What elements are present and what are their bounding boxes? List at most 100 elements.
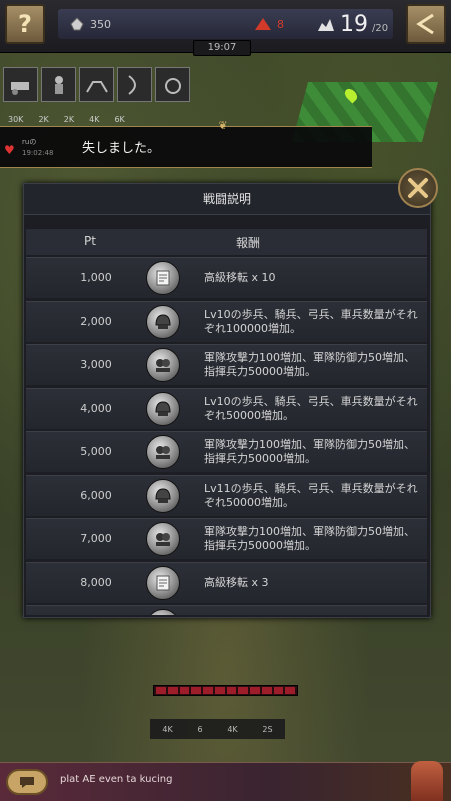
reward-pt: 1,000 xyxy=(80,271,112,284)
health-segment xyxy=(214,687,225,694)
notification-banner[interactable]: ♥ ruの 19:02:48 失しました。 xyxy=(0,126,372,168)
dialog-title: 戦闘説明 xyxy=(24,184,430,215)
help-button[interactable]: ? xyxy=(5,4,45,44)
notification-heart-icon: ♥ xyxy=(4,143,15,157)
health-segment xyxy=(156,687,166,694)
army-boost-icon[interactable] xyxy=(146,522,180,556)
reward-description: 軍隊攻撃力100増加、軍隊防御力50増加、指揮兵力50000増加。 xyxy=(204,525,415,552)
ornament-icon: ❦ xyxy=(218,119,228,132)
slot-count: 2K xyxy=(38,115,49,124)
unit-count: 4K xyxy=(227,724,238,734)
cavalry-icon xyxy=(85,80,108,93)
health-segment xyxy=(238,687,248,694)
notification-message: 失しました。 xyxy=(82,141,161,156)
chat-bar[interactable]: plat AE even ta kucing xyxy=(0,761,451,801)
archer-icon xyxy=(127,74,136,95)
army-boost-icon[interactable] xyxy=(146,435,180,469)
column-header-pt: Pt xyxy=(84,234,96,248)
back-arrow-icon xyxy=(416,13,434,35)
infantry-icon xyxy=(54,75,63,94)
troop-slot[interactable] xyxy=(79,67,114,102)
resource-bar: 350 8 19 /20 xyxy=(58,9,393,39)
troop-slot[interactable] xyxy=(117,67,152,102)
troop-slot-counts: 30K 2K 2K 4K 6K xyxy=(8,115,125,124)
notification-sender: ruの xyxy=(22,138,37,146)
alert-flag-icon xyxy=(255,18,271,30)
column-header-reward: 報酬 xyxy=(236,236,261,250)
reward-pt: 4,000 xyxy=(80,401,112,415)
reward-description: 軍隊攻撃力100増加、軍隊防御力50増加、指揮兵力50000増加。 xyxy=(204,438,415,465)
character-portrait[interactable] xyxy=(411,761,443,801)
health-segment xyxy=(179,687,190,694)
health-segment xyxy=(191,687,201,694)
chat-button[interactable] xyxy=(6,769,48,795)
soldier-helmet-icon[interactable] xyxy=(146,304,180,339)
reward-description: Lv10の歩兵、騎兵、弓兵、車兵数量がそれぞれ100000増加。 xyxy=(204,307,418,335)
resource-count: 350 xyxy=(90,17,111,31)
reward-row: 2,000 Lv10の歩兵、騎兵、弓兵、車兵数量がそれぞれ100000増加。 xyxy=(26,300,427,342)
troop-slot[interactable] xyxy=(3,67,38,102)
reward-row: 4,000 Lv10の歩兵、騎兵、弓兵、車兵数量がそれぞれ50000増加。 xyxy=(26,387,427,429)
slot-count: 30K xyxy=(8,115,24,124)
health-segment xyxy=(226,687,237,694)
reward-pt: 6,000 xyxy=(80,488,112,502)
battle-info-dialog: 戦闘説明 Pt 報酬 1,000 高級移転 x 10 2,000 Lv10の歩兵、騎兵… xyxy=(23,183,431,618)
troop-slot[interactable] xyxy=(41,67,76,102)
reward-pt: 2,000 xyxy=(80,314,112,328)
chat-message: plat AE even ta kucing xyxy=(60,774,173,785)
reward-description: 高級移転 x 10 xyxy=(204,271,276,284)
soldier-helmet-icon[interactable] xyxy=(146,478,180,513)
slot-count: 6K xyxy=(114,115,125,124)
scroll-icon[interactable] xyxy=(146,565,180,600)
back-button[interactable] xyxy=(406,4,446,44)
close-button[interactable] xyxy=(398,168,438,208)
alert-indicator[interactable]: 8 xyxy=(253,16,284,32)
unit-count: 6 xyxy=(197,724,203,734)
unit-count: 4K xyxy=(162,724,173,734)
unit-count: 2S xyxy=(262,724,273,734)
reward-pt: 8,000 xyxy=(80,575,112,589)
health-segment xyxy=(250,687,260,694)
troops-max: /20 xyxy=(372,22,389,34)
slot-count: 2K xyxy=(63,115,75,124)
soldier-helmet-icon[interactable] xyxy=(146,609,180,615)
chariot-icon xyxy=(164,77,181,94)
health-segment xyxy=(203,687,213,694)
table-header: Pt 報酬 xyxy=(26,229,427,255)
treasure-icon xyxy=(70,17,84,31)
reward-pt: 5,000 xyxy=(80,445,112,458)
soldier-helmet-icon[interactable] xyxy=(146,391,180,426)
alert-count: 8 xyxy=(277,17,284,31)
reward-row: 8,000 高級移転 x 3 xyxy=(26,561,427,603)
troop-slots xyxy=(3,67,190,102)
reward-row: 6,000 Lv11の歩兵、騎兵、弓兵、車兵数量がそれぞれ50000増加。 xyxy=(26,474,427,516)
unit-strip: 4K 6 4K 2S xyxy=(150,719,285,739)
army-icon xyxy=(318,19,334,31)
reward-description: 高級移転 x 3 xyxy=(204,575,269,589)
reward-row: 1,000 高級移転 x 10 xyxy=(26,257,427,298)
reward-pt: 3,000 xyxy=(80,358,112,371)
reward-description: Lv12の歩兵、騎兵、弓兵、車兵数 xyxy=(204,606,424,615)
health-segment xyxy=(273,687,284,694)
cannon-icon xyxy=(10,81,29,95)
army-boost-icon[interactable] xyxy=(146,348,180,382)
health-bar xyxy=(153,685,298,696)
reward-row: 3,000 軍隊攻撃力100増加、軍隊防御力50増加、指揮兵力50000増加。 xyxy=(26,344,427,385)
reward-description: 軍隊攻撃力100増加、軍隊防御力50増加、指揮兵力50000増加。 xyxy=(204,351,415,378)
reward-row: 7,000 軍隊攻撃力100増加、軍隊防御力50増加、指揮兵力50000増加。 xyxy=(26,518,427,559)
chat-bubble-icon xyxy=(20,777,34,788)
notification-time: 19:02:48 xyxy=(22,149,54,157)
reward-pt: 7,000 xyxy=(80,532,112,545)
health-segment xyxy=(261,687,272,694)
troops-capacity: 19 /20 xyxy=(316,12,388,37)
scroll-icon[interactable] xyxy=(146,261,180,295)
health-segment xyxy=(167,687,178,694)
health-segment xyxy=(285,687,295,694)
troops-count: 19 xyxy=(340,11,368,37)
battle-timer: 19:07 xyxy=(193,40,251,56)
reward-row: Lv12の歩兵、騎兵、弓兵、車兵数 xyxy=(26,605,427,615)
reward-row: 5,000 軍隊攻撃力100増加、軍隊防御力50増加、指揮兵力50000増加。 xyxy=(26,431,427,472)
troop-slot[interactable] xyxy=(155,67,190,102)
reward-description: Lv10の歩兵、騎兵、弓兵、車兵数量がそれぞれ50000増加。 xyxy=(204,394,418,422)
reward-list[interactable]: 1,000 高級移転 x 10 2,000 Lv10の歩兵、騎兵、弓兵、車兵数量がそれ… xyxy=(26,257,427,615)
